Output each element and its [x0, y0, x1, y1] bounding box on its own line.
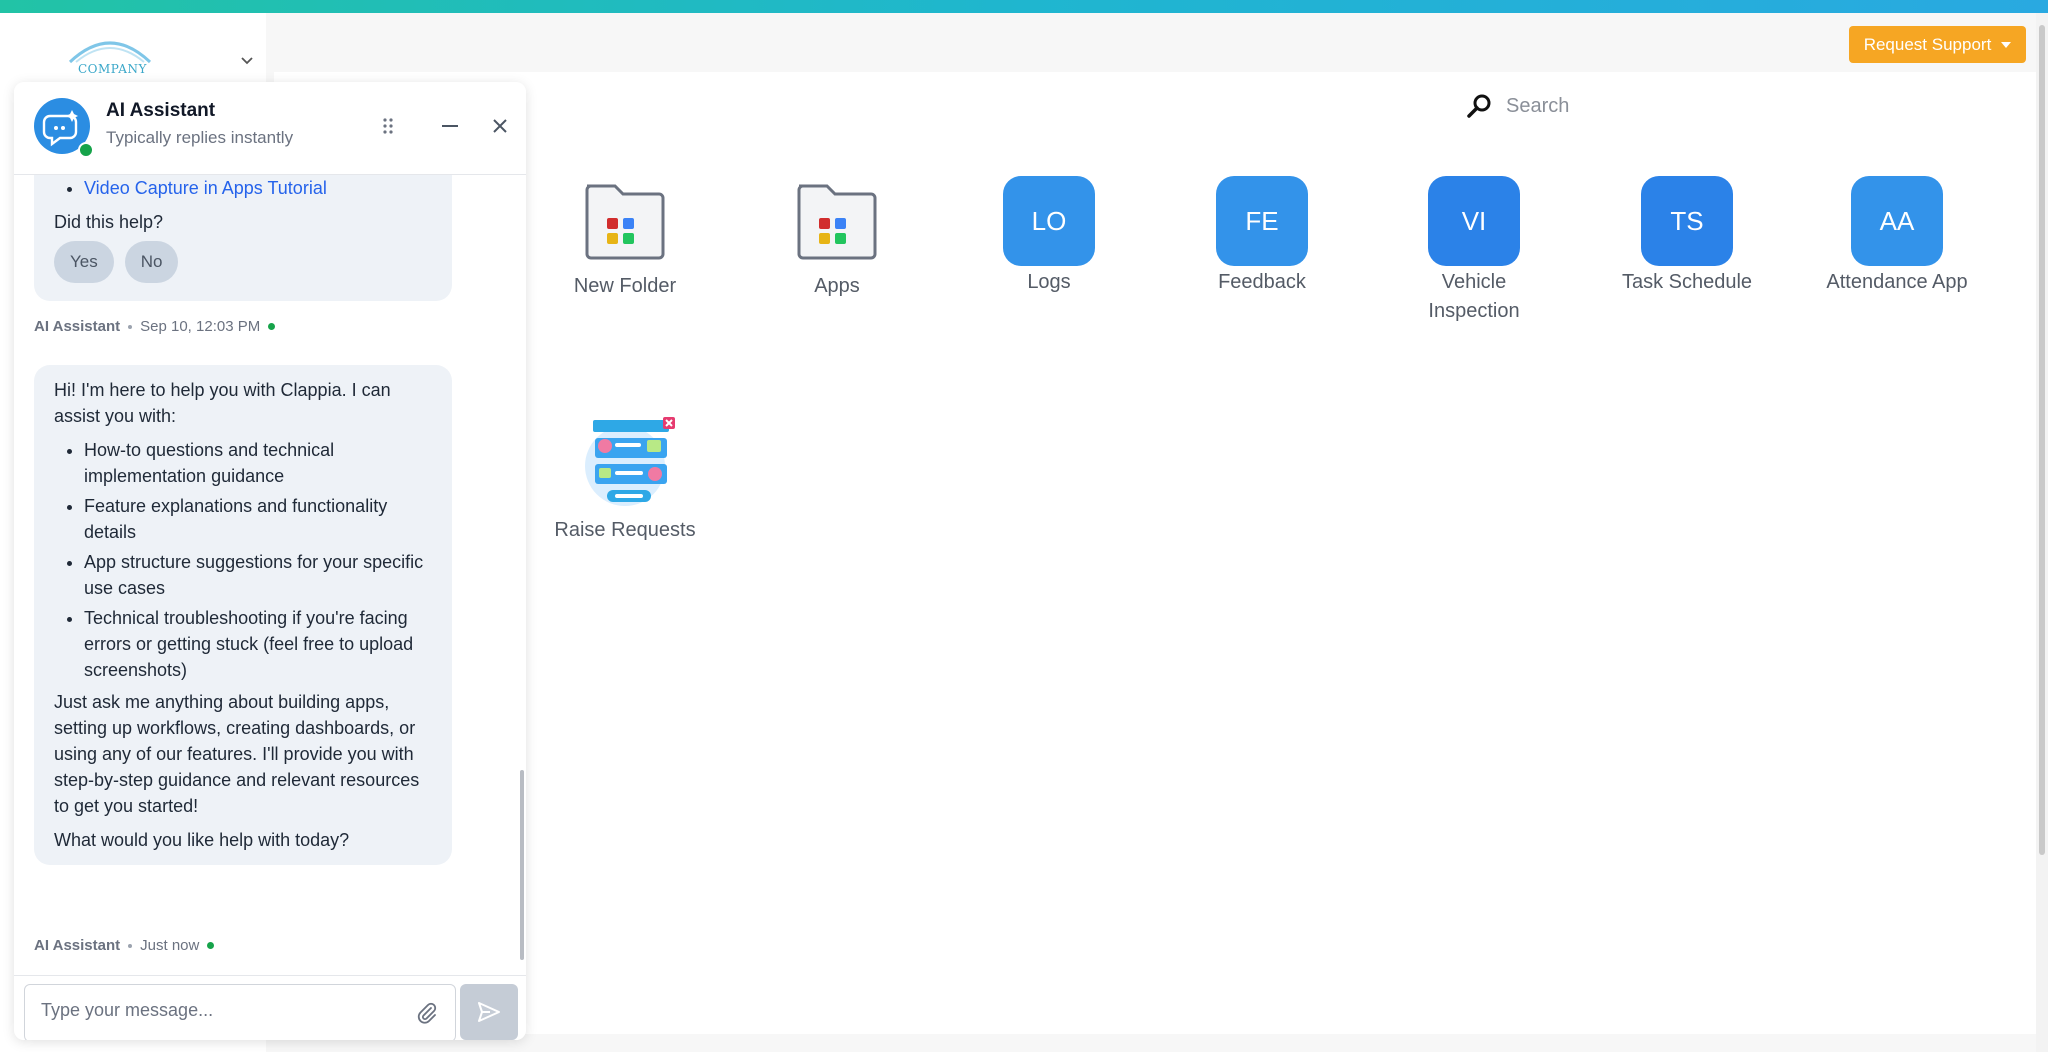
- tile-label: New Folder: [573, 275, 677, 297]
- feedback-buttons: Yes No: [54, 241, 432, 283]
- tile-label-line2: Inspection: [1428, 300, 1520, 322]
- chat-title: AI Assistant: [106, 100, 216, 121]
- caret-down-icon: [2001, 41, 2012, 48]
- chat-messages[interactable]: Video Capture in Apps Tutorial Did this …: [14, 175, 526, 975]
- message-bubble: Hi! I'm here to help you with Clappia. I…: [34, 365, 452, 865]
- app-avatar: FE: [1216, 176, 1308, 266]
- request-support-button[interactable]: Request Support: [1849, 26, 2026, 63]
- close-icon[interactable]: [488, 114, 512, 138]
- tile-label: Attendance App: [1826, 271, 1968, 293]
- tile-new-folder[interactable]: New Folder: [530, 176, 720, 301]
- folder-icon: [797, 184, 877, 260]
- drag-handle-icon[interactable]: [376, 114, 400, 138]
- tile-attendance-app[interactable]: AA Attendance App: [1802, 176, 1992, 297]
- company-logo[interactable]: COMPANY: [60, 32, 160, 82]
- chat-subtitle: Typically replies instantly: [106, 128, 294, 147]
- list-item: Video Capture in Apps Tutorial: [84, 175, 432, 201]
- tile-label: Task Schedule: [1621, 271, 1753, 293]
- feedback-question: Did this help?: [54, 212, 164, 232]
- message-time: Sep 10, 12:03 PM: [140, 318, 261, 335]
- top-accent-bar: [0, 0, 2048, 13]
- paperclip-icon[interactable]: [415, 1001, 439, 1025]
- delivered-dot: [207, 942, 215, 949]
- search-bar[interactable]: [1464, 88, 1764, 124]
- chat-header[interactable]: AI Assistant Typically replies instantly: [14, 82, 526, 175]
- tile-apps[interactable]: Apps: [742, 176, 932, 301]
- tile-label: Logs: [1027, 271, 1071, 293]
- list-item: Feature explanations and functionality d…: [84, 493, 432, 545]
- message-time: Just now: [140, 937, 200, 954]
- tile-feedback[interactable]: FE Feedback: [1167, 176, 1357, 297]
- tile-vehicle-inspection[interactable]: VI Vehicle Inspection: [1379, 176, 1569, 326]
- search-input[interactable]: [1504, 93, 1748, 119]
- meta-separator: [128, 324, 133, 329]
- tile-label: Feedback: [1218, 271, 1306, 293]
- yes-button[interactable]: Yes: [54, 241, 114, 283]
- list-item: App structure suggestions for your speci…: [84, 549, 432, 601]
- tile-logs[interactable]: LO Logs: [954, 176, 1144, 297]
- search-icon: [1467, 94, 1491, 118]
- message-meta: AI Assistant Just now: [34, 937, 215, 954]
- tile-label-line1: Vehicle: [1441, 271, 1507, 293]
- meta-separator: [128, 943, 133, 948]
- message-bubble: Video Capture in Apps Tutorial Did this …: [34, 175, 452, 301]
- chevron-down-icon[interactable]: [240, 54, 254, 68]
- message-closing: What would you like help with today?: [54, 830, 350, 850]
- tile-task-schedule[interactable]: TS Task Schedule: [1592, 176, 1782, 297]
- message-input-box[interactable]: [24, 984, 456, 1040]
- list-item: Technical troubleshooting if you're faci…: [84, 605, 432, 683]
- online-status-dot: [78, 142, 94, 158]
- folder-icon: [585, 184, 665, 260]
- minimize-icon[interactable]: [438, 114, 462, 138]
- sender-name: AI Assistant: [34, 318, 121, 335]
- tile-raise-requests[interactable]: Raise Requests: [530, 414, 720, 545]
- sender-name: AI Assistant: [34, 937, 121, 954]
- send-button[interactable]: [460, 984, 518, 1040]
- delivered-dot: [268, 323, 276, 330]
- app-avatar: TS: [1641, 176, 1733, 266]
- app-avatar: AA: [1851, 176, 1943, 266]
- app-avatar: VI: [1428, 176, 1520, 266]
- message-meta: AI Assistant Sep 10, 12:03 PM: [34, 318, 276, 335]
- message-intro: Hi! I'm here to help you with Clappia. I…: [54, 380, 391, 426]
- raise-requests-illustration-icon: [585, 417, 675, 506]
- no-button[interactable]: No: [124, 241, 179, 283]
- list-item: How-to questions and technical implement…: [84, 437, 432, 489]
- send-icon: [478, 1002, 500, 1022]
- logo-text: COMPANY: [78, 62, 147, 76]
- message-input[interactable]: [39, 999, 383, 1022]
- message-composer: [14, 975, 526, 1040]
- request-support-label: Request Support: [1863, 34, 1992, 54]
- page-scrollbar[interactable]: [2036, 13, 2048, 1052]
- ai-assistant-chat-widget: AI Assistant Typically replies instantly…: [14, 82, 526, 1040]
- app-avatar: LO: [1003, 176, 1095, 266]
- tile-label: Vehicle Inspection: [1379, 268, 1569, 326]
- tile-label: Raise Requests: [554, 519, 696, 541]
- page-scrollbar-thumb[interactable]: [2039, 25, 2045, 855]
- message-body: Just ask me anything about building apps…: [54, 692, 420, 816]
- tile-label: Apps: [814, 275, 860, 297]
- tutorial-link[interactable]: Video Capture in Apps Tutorial: [84, 178, 327, 198]
- chat-scrollbar-thumb[interactable]: [520, 770, 524, 960]
